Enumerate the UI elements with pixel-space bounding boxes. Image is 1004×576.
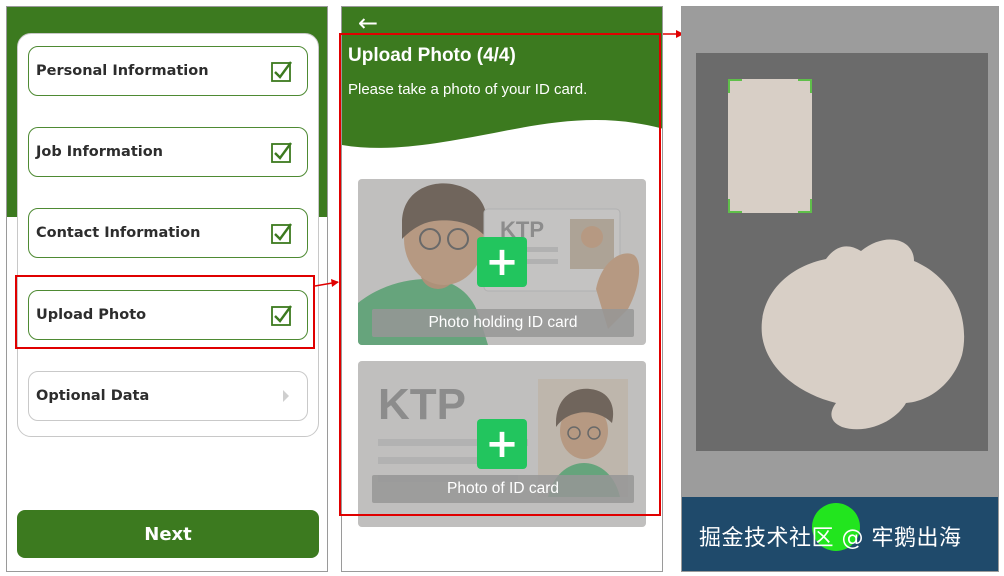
chevron-right-icon: [283, 390, 289, 402]
next-button[interactable]: Next: [17, 510, 319, 558]
upload-photo-highlight: [15, 275, 315, 349]
step-label: Optional Data: [36, 388, 150, 404]
checkbox-checked-icon: [271, 223, 292, 244]
corner-guide-icon: [798, 79, 812, 93]
watermark-text: 掘金技术社区 @ 牢鹅出海: [699, 526, 962, 551]
camera-viewfinder: [696, 53, 988, 451]
corner-guide-icon: [728, 199, 742, 213]
step-label: Personal Information: [36, 63, 209, 79]
checkbox-checked-icon: [271, 142, 292, 163]
checkbox-checked-icon: [271, 61, 292, 82]
id-card-guide: [728, 79, 812, 213]
corner-guide-icon: [728, 79, 742, 93]
step-contact-information[interactable]: Contact Information: [28, 208, 308, 258]
corner-guide-icon: [798, 199, 812, 213]
arrowhead-icon: [331, 279, 339, 287]
step-label: Job Information: [36, 144, 164, 160]
step-job-information[interactable]: Job Information: [28, 127, 308, 177]
camera-screen: [681, 6, 999, 572]
face-silhouette-guide: [761, 239, 965, 430]
steps-card: Personal Information Job Information Con…: [17, 33, 319, 437]
upload-photo-highlight: [339, 33, 661, 516]
step-label: Contact Information: [36, 225, 201, 241]
step-personal-information[interactable]: Personal Information: [28, 46, 308, 96]
step-optional-data[interactable]: Optional Data: [28, 371, 308, 421]
